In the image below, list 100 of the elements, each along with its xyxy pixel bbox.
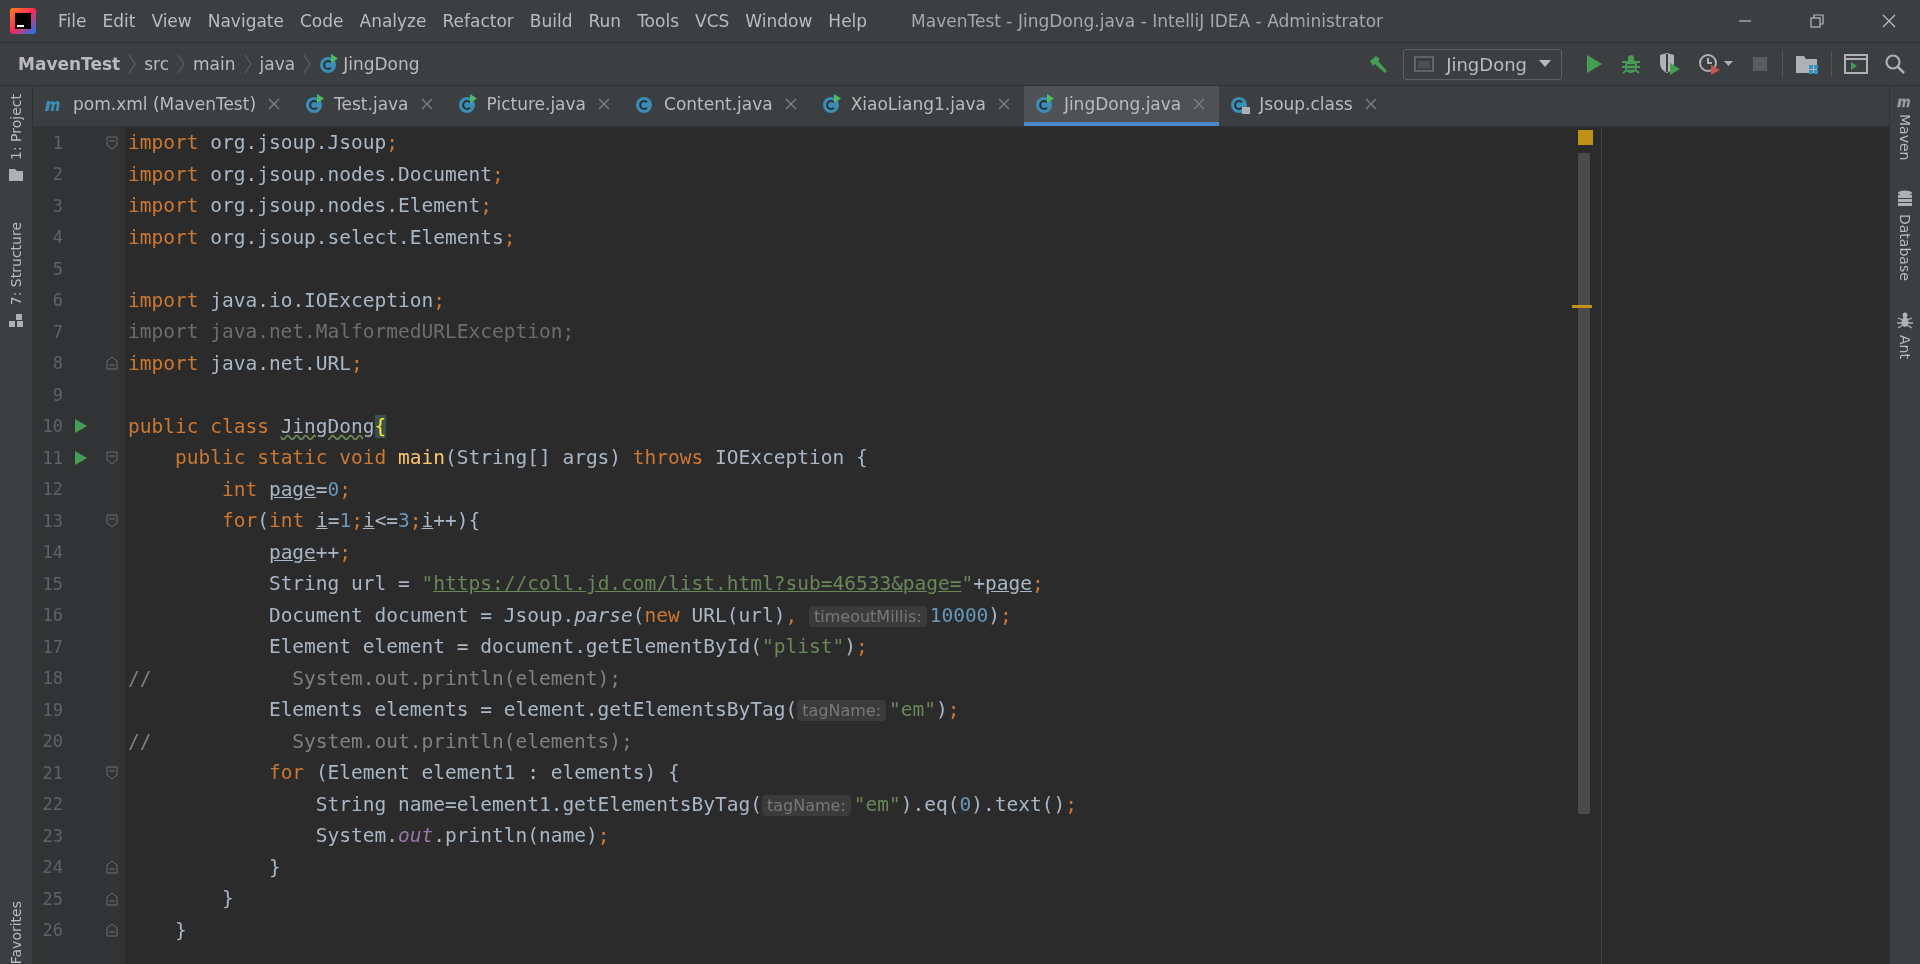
warning-marker-icon[interactable] [1578, 130, 1593, 145]
run-icon[interactable] [1584, 53, 1604, 75]
close-icon[interactable] [784, 98, 797, 110]
code-line: } [267, 855, 281, 879]
menu-item[interactable]: View [143, 11, 200, 31]
restore-icon[interactable] [1809, 13, 1825, 29]
tool-window-button[interactable]: 7: Structure [8, 214, 24, 338]
hammer-icon[interactable] [1367, 53, 1390, 75]
class-icon [319, 54, 340, 74]
code-line: System.out.println(name); [314, 824, 610, 848]
fold-icon[interactable] [106, 135, 118, 150]
code-line: import org.jsoup.Jsoup; [128, 131, 399, 155]
menu-item[interactable]: Edit [94, 11, 144, 31]
class-icon [1033, 93, 1056, 115]
editor-tab[interactable]: Test.java [294, 86, 447, 126]
code-line: import org.jsoup.nodes.Element; [128, 194, 492, 218]
class-icon [456, 93, 479, 115]
breadcrumb[interactable]: src [144, 54, 170, 74]
run-icon[interactable] [74, 449, 88, 466]
scrollbar-thumb[interactable] [1578, 153, 1590, 814]
editor-tab[interactable]: Jsoup.class [1219, 86, 1391, 126]
tool-window-button[interactable]: Favorites [8, 892, 24, 964]
code-line: int page=0; [220, 477, 352, 501]
chevron-icon [243, 54, 252, 74]
code-line: import java.io.IOException; [128, 288, 445, 312]
close-icon[interactable] [1364, 98, 1377, 110]
caret-icon [1539, 60, 1551, 68]
tool-window-button[interactable]: Database [1897, 182, 1913, 304]
shield-run-icon[interactable] [1658, 52, 1682, 76]
folder-icon [8, 168, 24, 182]
editor-tab[interactable]: pom.xml (MavenTest) [33, 86, 295, 126]
fold-icon[interactable] [106, 356, 118, 371]
search-icon[interactable] [1884, 53, 1906, 75]
code-line: import org.jsoup.select.Elements; [128, 225, 516, 249]
menu-item[interactable]: VCS [687, 11, 738, 31]
chevron-icon [128, 54, 137, 74]
editor-tab[interactable]: JingDong.java [1023, 86, 1220, 126]
class-icon [304, 93, 327, 115]
terminal-icon[interactable] [1844, 53, 1868, 75]
class-icon [820, 93, 843, 115]
menu-item[interactable]: Refactor [434, 11, 522, 31]
ant-icon [1896, 311, 1914, 330]
code-line: // System.out.println(element); [128, 666, 622, 690]
fold-icon[interactable] [106, 765, 118, 780]
code-line: } [220, 887, 234, 911]
code-line: for(int i=1;i<=3;i++){ [220, 509, 481, 533]
window-title: MavenTest - JingDong.java - IntelliJ IDEA - Administrator [911, 11, 1384, 31]
close-icon[interactable] [1881, 13, 1897, 29]
editor-tab[interactable]: Content.java [624, 86, 811, 126]
chevron-icon [177, 54, 186, 74]
code-line: import java.net.MalformedURLException; [128, 320, 575, 344]
code-line: page++; [267, 540, 352, 564]
code-line: for (Element element1 : elements) { [267, 761, 680, 785]
database-icon [1897, 190, 1913, 209]
code-line: import java.net.URL; [128, 351, 363, 375]
menu-item[interactable]: Run [580, 11, 630, 31]
window-icon [1414, 55, 1435, 73]
code-line: public class JingDong{ [128, 414, 387, 438]
close-icon[interactable] [598, 98, 611, 110]
stop-icon[interactable] [1750, 54, 1770, 74]
folder-icon[interactable] [1795, 53, 1819, 75]
run-icon[interactable] [74, 418, 88, 435]
menu-item[interactable]: Analyze [351, 11, 435, 31]
breadcrumb[interactable]: main [193, 54, 236, 74]
menu-item[interactable]: Code [292, 11, 352, 31]
breadcrumb[interactable]: java [259, 54, 296, 74]
menu-item[interactable]: File [50, 11, 95, 31]
code-line: String name=element1.getElementsByTag( tagName: "em").eq(0).text(); [314, 792, 1077, 816]
breadcrumb[interactable]: MavenTest [18, 54, 121, 74]
breadcrumb[interactable]: JingDong [319, 54, 420, 74]
close-icon[interactable] [420, 98, 433, 110]
menu-item[interactable]: Build [521, 11, 581, 31]
editor-tab[interactable]: Picture.java [446, 86, 625, 126]
tool-window-button[interactable]: Maven [1895, 86, 1915, 183]
chevron-icon [303, 54, 312, 74]
fold-icon[interactable] [106, 450, 118, 465]
bug-icon[interactable] [1620, 53, 1642, 75]
editor-tab[interactable]: XiaoLiang1.java [810, 86, 1024, 126]
code-line: // System.out.println(elements); [128, 729, 633, 753]
menu-item[interactable]: Help [820, 11, 876, 31]
close-icon[interactable] [268, 98, 281, 110]
code-line: String url = "https://coll.jd.com/list.html?sub=46533&page="+page; [267, 572, 1044, 596]
close-icon[interactable] [997, 98, 1010, 110]
menu-item[interactable]: Window [737, 11, 821, 31]
app-logo-icon [10, 8, 36, 34]
fold-icon[interactable] [106, 513, 118, 528]
code-line: Element element = document.getElementById("plist"); [267, 635, 868, 659]
fold-icon[interactable] [106, 860, 118, 875]
menu-item[interactable]: Tools [629, 11, 687, 31]
tool-window-button[interactable]: 1: Project [8, 86, 24, 190]
fold-icon[interactable] [106, 891, 118, 906]
tool-window-button[interactable]: Ant [1896, 303, 1914, 382]
run-configuration-dropdown[interactable]: JingDong [1403, 48, 1562, 80]
menu-item[interactable]: Navigate [199, 11, 292, 31]
fold-icon[interactable] [106, 923, 118, 938]
code-line: public static void main(String[] args) throws IOException { [173, 446, 868, 470]
code-line: } [173, 918, 187, 942]
profiler-icon[interactable] [1698, 52, 1734, 76]
structure-icon [8, 313, 24, 330]
code-line: Document document = Jsoup.parse(new URL(url), timeoutMillis: 10000); [267, 603, 1012, 627]
